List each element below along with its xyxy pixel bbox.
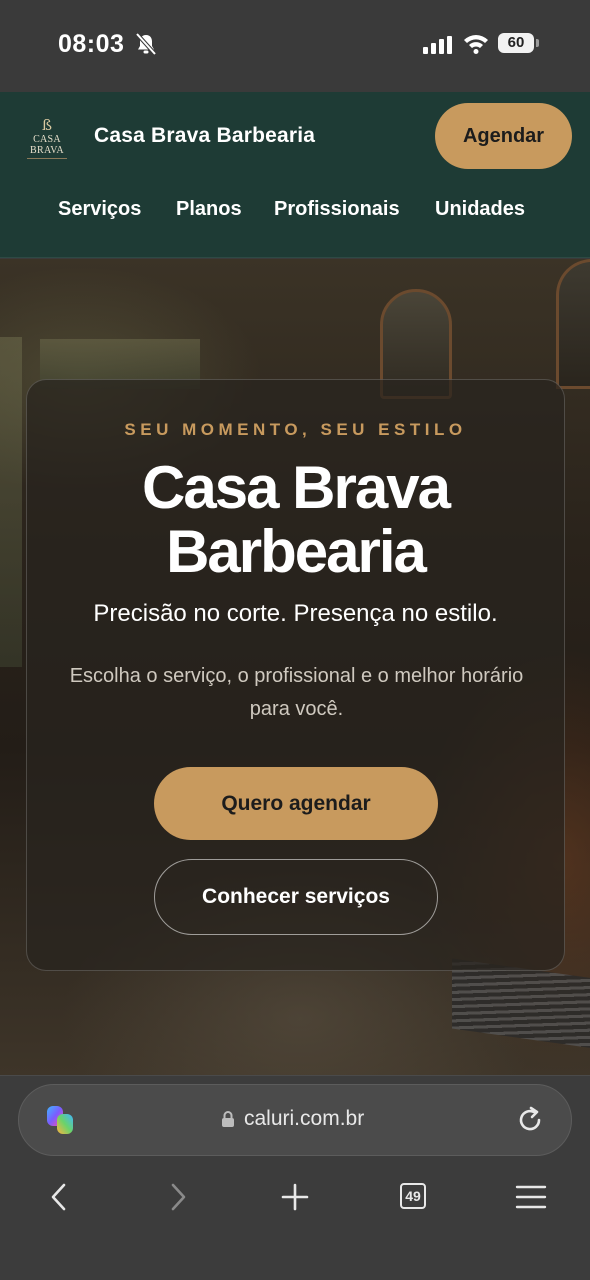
status-time: 08:03	[58, 30, 125, 58]
hero-description: Escolha o serviço, o profissional e o me…	[69, 665, 524, 720]
background-mirror	[556, 259, 590, 389]
tabs-count-icon[interactable]: 49	[400, 1183, 426, 1209]
back-icon[interactable]	[48, 1182, 70, 1212]
brand-logo[interactable]: ß CASA BRAVA	[16, 116, 78, 159]
view-services-button[interactable]: Conhecer serviços	[154, 859, 438, 935]
background-chair	[452, 958, 590, 1050]
site-header: ß CASA BRAVA Casa Brava Barbearia Agenda…	[0, 92, 590, 258]
nav-item-services[interactable]: Serviços	[58, 198, 141, 221]
url-text[interactable]: caluri.com.br	[244, 1107, 364, 1131]
lock-icon	[222, 1111, 234, 1127]
hero-title-line: Barbearia	[166, 518, 427, 585]
battery-indicator: 60	[498, 33, 534, 53]
background-window	[0, 337, 22, 667]
schedule-button[interactable]: Agendar	[435, 103, 572, 169]
hero-card: SEU MOMENTO, SEU ESTILO Casa Brava Barbe…	[26, 379, 565, 971]
bell-off-icon	[135, 32, 157, 56]
wifi-icon	[464, 35, 488, 54]
nav-item-plans[interactable]: Planos	[176, 198, 242, 221]
logo-divider	[27, 158, 67, 159]
hero-title: Casa Brava Barbearia	[27, 456, 564, 584]
main-nav: Serviços Planos Profissionais Unidades	[0, 198, 590, 230]
logo-text: CASA BRAVA	[30, 134, 64, 156]
battery-cap	[536, 39, 539, 47]
reload-icon[interactable]	[515, 1105, 545, 1135]
nav-item-professionals[interactable]: Profissionais	[274, 198, 400, 221]
cellular-signal-icon	[423, 36, 452, 54]
brand-name[interactable]: Casa Brava Barbearia	[94, 124, 315, 148]
menu-icon[interactable]	[514, 1182, 548, 1212]
new-tab-icon[interactable]	[280, 1182, 310, 1212]
status-bar: 08:03 60	[0, 0, 590, 92]
address-bar[interactable]: caluri.com.br	[18, 1084, 572, 1156]
hero-title-line: Casa Brava	[142, 454, 451, 521]
forward-icon[interactable]	[167, 1182, 189, 1212]
hero-tagline: Precisão no corte. Presença no estilo.	[93, 600, 498, 627]
hero-eyebrow: SEU MOMENTO, SEU ESTILO	[124, 420, 467, 439]
browser-toolbar: caluri.com.br	[0, 1075, 590, 1280]
book-now-button[interactable]: Quero agendar	[154, 767, 438, 840]
copilot-icon[interactable]	[43, 1103, 77, 1137]
hero-section: SEU MOMENTO, SEU ESTILO Casa Brava Barbe…	[0, 259, 590, 1075]
nav-item-locations[interactable]: Unidades	[435, 198, 525, 221]
logo-monogram-icon: ß	[41, 116, 53, 134]
